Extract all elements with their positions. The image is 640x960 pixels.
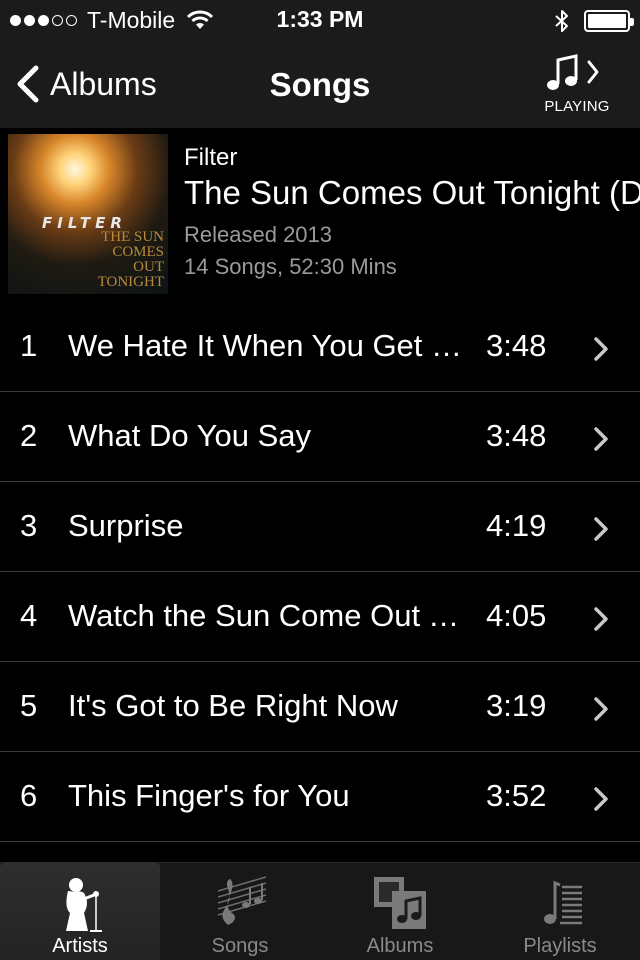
tab-label: Artists bbox=[52, 935, 108, 957]
song-title: We Hate It When You Get What You Want bbox=[68, 328, 468, 363]
chevron-right-icon bbox=[594, 697, 608, 721]
album-song-count: 14 Songs, 52:30 Mins bbox=[184, 254, 397, 279]
navigation-bar: Albums Songs PLAYING bbox=[0, 40, 640, 128]
song-title: Watch the Sun Come Out Tonight bbox=[68, 598, 468, 633]
tab-bar: Artists Songs Albums Playlists bbox=[0, 862, 640, 960]
chevron-right-icon bbox=[594, 787, 608, 811]
song-title: It's Got to Be Right Now bbox=[68, 688, 398, 723]
track-number: 6 bbox=[20, 778, 38, 813]
song-duration: 3:48 bbox=[486, 328, 547, 363]
songs-icon bbox=[217, 876, 267, 925]
song-row[interactable]: 2 What Do You Say 3:48 bbox=[0, 392, 640, 482]
tab-songs[interactable]: Songs bbox=[160, 863, 320, 960]
track-number: 5 bbox=[20, 688, 38, 723]
chevron-right-icon bbox=[594, 337, 608, 361]
battery-fill bbox=[588, 14, 626, 28]
song-list: 1 We Hate It When You Get What You Want … bbox=[0, 302, 640, 860]
song-title: Surprise bbox=[68, 508, 184, 543]
album-cover: FILTER THE SUN COMES OUT TONIGHT bbox=[8, 134, 168, 294]
song-row[interactable]: 4 Watch the Sun Come Out Tonight 4:05 bbox=[0, 572, 640, 662]
album-title: The Sun Comes Out Tonight (Deluxe bbox=[184, 174, 640, 211]
chevron-right-icon bbox=[594, 427, 608, 451]
battery-tip bbox=[630, 18, 634, 26]
tab-albums[interactable]: Albums bbox=[320, 863, 480, 960]
now-playing-button[interactable]: PLAYING bbox=[538, 52, 612, 116]
status-bar: T-Mobile 1:33 PM bbox=[0, 0, 640, 40]
song-title: What Do You Say bbox=[68, 418, 311, 453]
song-row[interactable]: 1 We Hate It When You Get What You Want … bbox=[0, 302, 640, 392]
track-number: 3 bbox=[20, 508, 38, 543]
music-note-icon bbox=[547, 54, 599, 90]
albums-icon bbox=[374, 877, 426, 929]
chevron-right-icon bbox=[594, 607, 608, 631]
song-duration: 4:05 bbox=[486, 598, 547, 633]
battery-icon bbox=[584, 10, 634, 32]
bluetooth-icon bbox=[555, 10, 568, 32]
song-duration: 4:19 bbox=[486, 508, 547, 543]
artist-icon bbox=[66, 878, 102, 932]
cover-title-text: THE SUN COMES OUT TONIGHT bbox=[97, 229, 164, 290]
track-number: 1 bbox=[20, 328, 38, 363]
tab-playlists[interactable]: Playlists bbox=[480, 863, 640, 960]
status-time: 1:33 PM bbox=[276, 6, 364, 32]
album-header: FILTER THE SUN COMES OUT TONIGHT Filter … bbox=[0, 128, 640, 300]
song-duration: 3:19 bbox=[486, 688, 547, 723]
status-right bbox=[554, 8, 634, 34]
song-row[interactable]: 6 This Finger's for You 3:52 bbox=[0, 752, 640, 842]
tab-label: Songs bbox=[211, 935, 269, 957]
song-duration: 3:48 bbox=[486, 418, 547, 453]
song-row[interactable]: 3 Surprise 4:19 bbox=[0, 482, 640, 572]
track-number: 4 bbox=[20, 598, 38, 633]
album-artist: Filter bbox=[184, 144, 238, 171]
tab-artists[interactable]: Artists bbox=[0, 863, 160, 960]
now-playing-label: PLAYING bbox=[544, 98, 610, 115]
song-title: This Finger's for You bbox=[68, 778, 350, 813]
album-release-year: Released 2013 bbox=[184, 222, 333, 247]
playlists-icon bbox=[544, 880, 582, 925]
tab-label: Playlists bbox=[523, 935, 597, 957]
track-number: 2 bbox=[20, 418, 38, 453]
song-duration: 3:52 bbox=[486, 778, 547, 813]
tab-label: Albums bbox=[366, 935, 434, 957]
song-row[interactable]: 5 It's Got to Be Right Now 3:19 bbox=[0, 662, 640, 752]
chevron-right-icon bbox=[594, 517, 608, 541]
